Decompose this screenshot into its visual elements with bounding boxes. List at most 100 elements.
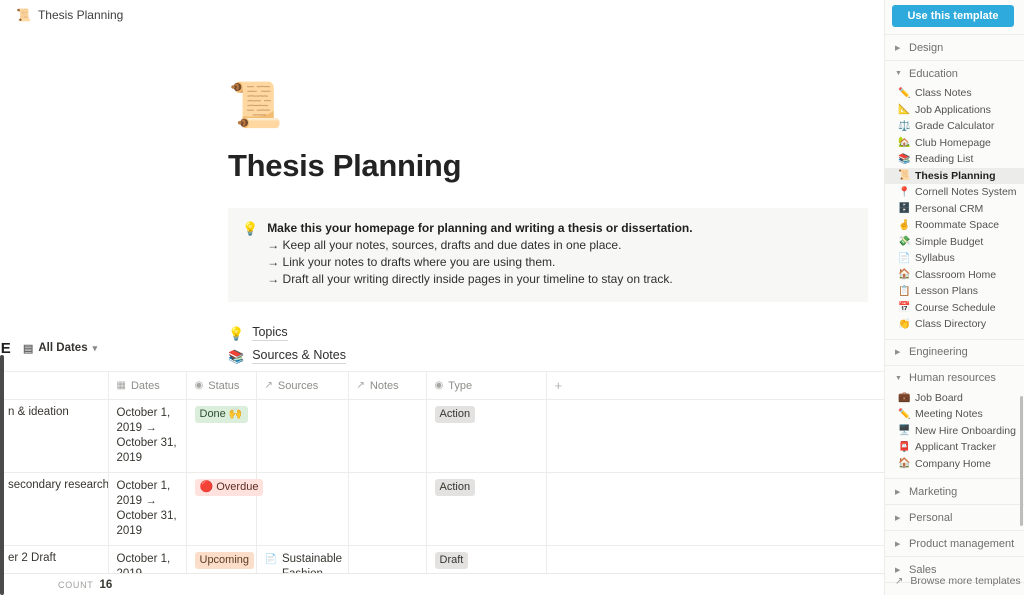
page-icon: 📄 xyxy=(898,252,911,264)
callout-text: Make this your homepage for planning and… xyxy=(267,220,692,288)
row-notes[interactable] xyxy=(348,399,427,473)
pencil-icon: ✏️ xyxy=(898,408,911,420)
sidebar-section-engineering[interactable]: ▶ Engineering xyxy=(885,341,1024,364)
row-notes[interactable] xyxy=(348,472,427,546)
pencil-icon: ✏️ xyxy=(898,87,911,99)
table-row[interactable]: secondary research October 1, 2019 → Oct… xyxy=(0,472,884,546)
sidebar-item-classroom-home[interactable]: 🏠 Classroom Home xyxy=(885,267,1024,284)
row-name[interactable]: secondary research xyxy=(0,472,109,546)
sidebar-item-cornell-notes-system[interactable]: 📍 Cornell Notes System xyxy=(885,184,1024,201)
sidebar-item-grade-calculator[interactable]: ⚖️ Grade Calculator xyxy=(885,118,1024,135)
row-status[interactable]: Done 🙌 xyxy=(186,399,257,473)
sidebar-item-syllabus[interactable]: 📄 Syllabus xyxy=(885,250,1024,267)
select-icon: ◉ xyxy=(434,380,444,391)
item-label: Syllabus xyxy=(915,252,955,265)
item-label: New Hire Onboarding xyxy=(915,424,1016,437)
row-type[interactable]: Action xyxy=(426,472,547,546)
type-badge: Action xyxy=(434,479,476,496)
app-root: 📜 Thesis Planning 📜 Thesis Planning 💡 Ma… xyxy=(0,0,1024,595)
view-selector-all-dates[interactable]: ▤ All Dates ▾ xyxy=(23,342,97,355)
sidebar-item-simple-budget[interactable]: 💸 Simple Budget xyxy=(885,234,1024,251)
column-header-dates[interactable]: ▦ Dates xyxy=(108,371,187,400)
desktop-computer-icon: 🖥️ xyxy=(898,425,911,437)
column-header-name[interactable] xyxy=(0,371,109,400)
item-label: Meeting Notes xyxy=(915,408,983,421)
type-badge: Draft xyxy=(434,552,469,569)
sidebar-item-applicant-tracker[interactable]: 📮 Applicant Tracker xyxy=(885,439,1024,456)
breadcrumb-label[interactable]: Thesis Planning xyxy=(38,8,123,22)
column-header-status[interactable]: ◉ Status xyxy=(186,371,257,400)
sidebar-item-course-schedule[interactable]: 📅 Course Schedule xyxy=(885,300,1024,317)
row-sources[interactable] xyxy=(256,399,349,473)
status-badge: Done 🙌 xyxy=(194,406,248,423)
divider xyxy=(885,530,1024,531)
row-name[interactable]: n & ideation xyxy=(0,399,109,473)
sidebar-item-class-notes[interactable]: ✏️ Class Notes xyxy=(885,85,1024,102)
sidebar-section-human-resources[interactable]: ▼ Human resources xyxy=(885,367,1024,390)
status-badge: 🔴 Overdue xyxy=(194,479,264,496)
database-title[interactable]: LINE xyxy=(0,340,11,357)
sidebar-section-marketing[interactable]: ▶ Marketing xyxy=(885,480,1024,503)
plus-icon: + xyxy=(554,378,563,393)
column-label: Type xyxy=(448,379,473,392)
sidebar-item-reading-list[interactable]: 📚 Reading List xyxy=(885,151,1024,168)
item-label: Class Notes xyxy=(915,87,972,100)
money-with-wings-icon: 💸 xyxy=(898,236,911,248)
row-empty-cell xyxy=(546,472,884,546)
sidebar-section-education[interactable]: ▼ Education xyxy=(885,62,1024,85)
sidebar-item-roommate-space[interactable]: 🤞 Roommate Space xyxy=(885,217,1024,234)
sidebar-section-design[interactable]: ▶ Design xyxy=(885,36,1024,59)
section-label: Product management xyxy=(909,537,1015,550)
sidebar-section-product-management[interactable]: ▶ Product management xyxy=(885,532,1024,555)
row-dates[interactable]: October 1, 2019 → October 31, 2019 xyxy=(108,399,187,473)
row-empty-cell xyxy=(546,399,884,473)
horizontal-scroll-indicator[interactable] xyxy=(0,355,4,595)
sidebar-item-job-board[interactable]: 💼 Job Board xyxy=(885,390,1024,407)
table-footer-count[interactable]: Count 16 xyxy=(0,573,884,595)
chevron-down-icon: ▼ xyxy=(895,374,902,382)
date-range: October 1, 2019 → October 31, 2019 xyxy=(116,480,177,537)
sidebar-scrollbar[interactable] xyxy=(1020,396,1023,526)
divider xyxy=(885,478,1024,479)
column-header-type[interactable]: ◉ Type xyxy=(426,371,547,400)
item-label: Grade Calculator xyxy=(915,120,995,133)
row-status[interactable]: 🔴 Overdue xyxy=(186,472,264,546)
item-label: Lesson Plans xyxy=(915,285,979,298)
section-label: Engineering xyxy=(909,346,968,358)
row-sources[interactable] xyxy=(256,472,349,546)
item-label: Club Homepage xyxy=(915,136,991,149)
sidebar-item-club-homepage[interactable]: 🏡 Club Homepage xyxy=(885,135,1024,152)
sidebar-item-new-hire-onboarding[interactable]: 🖥️ New Hire Onboarding xyxy=(885,423,1024,440)
sidebar-item-company-home[interactable]: 🏠 Company Home xyxy=(885,456,1024,473)
sidebar-item-class-directory[interactable]: 👏 Class Directory xyxy=(885,316,1024,333)
section-label: Marketing xyxy=(909,485,958,498)
page-scroll-icon[interactable]: 📜 xyxy=(228,84,868,136)
browse-label: Browse more templates xyxy=(910,575,1021,587)
sidebar-section-personal[interactable]: ▶ Personal xyxy=(885,506,1024,529)
house-icon: 🏠 xyxy=(898,458,911,470)
chevron-right-icon: ▶ xyxy=(895,349,901,356)
sidebar-item-lesson-plans[interactable]: 📋 Lesson Plans xyxy=(885,283,1024,300)
breadcrumb[interactable]: 📜 Thesis Planning xyxy=(16,6,123,24)
column-header-notes[interactable]: ↗ Notes xyxy=(348,371,427,400)
browse-more-templates-link[interactable]: ↗ Browse more templates xyxy=(885,572,1021,590)
column-label: Status xyxy=(208,379,240,392)
sidebar-item-thesis-planning[interactable]: 📜 Thesis Planning xyxy=(885,167,1024,184)
arrow-up-right-icon: ↗ xyxy=(895,575,904,587)
chevron-down-icon: ▾ xyxy=(92,342,98,353)
use-this-template-button[interactable]: Use this template xyxy=(892,5,1014,27)
document-icon: 📄 xyxy=(264,554,277,565)
sidebar-item-meeting-notes[interactable]: ✏️ Meeting Notes xyxy=(885,406,1024,423)
callout-line-3: → Draft all your writing directly inside… xyxy=(267,271,673,286)
row-dates[interactable]: October 1, 2019 → October 31, 2019 xyxy=(108,472,187,546)
row-type[interactable]: Action xyxy=(426,399,547,473)
round-pushpin-icon: 📍 xyxy=(898,186,911,198)
sidebar-item-personal-crm[interactable]: 🗄️ Personal CRM xyxy=(885,201,1024,218)
balance-scale-icon: ⚖️ xyxy=(898,120,911,132)
column-header-sources[interactable]: ↗ Sources xyxy=(256,371,349,400)
sidebar-item-job-applications[interactable]: 📐 Job Applications xyxy=(885,102,1024,119)
date-range: October 1, 2019 → October 31, 2019 xyxy=(116,407,177,464)
table-row[interactable]: n & ideation October 1, 2019 → October 3… xyxy=(0,399,884,473)
add-column-button[interactable]: + xyxy=(546,371,884,400)
chevron-right-icon: ▶ xyxy=(895,514,901,522)
